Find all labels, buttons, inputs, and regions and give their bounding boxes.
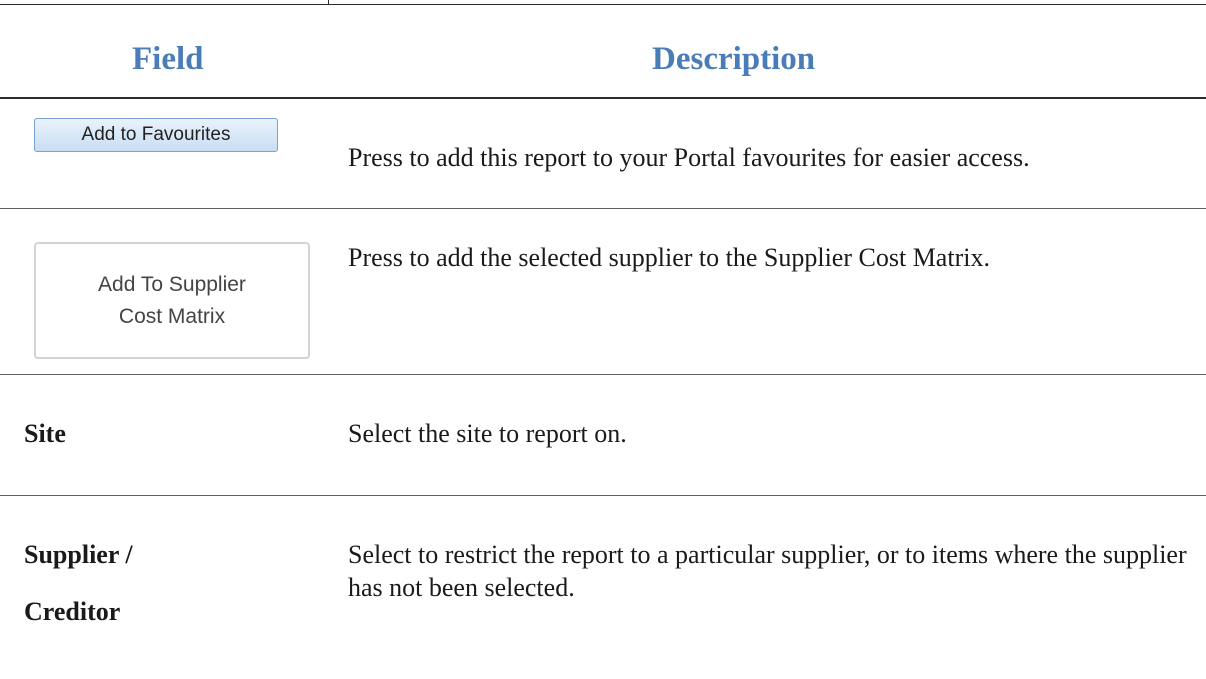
- row-description: Press to add the selected supplier to th…: [348, 243, 990, 272]
- field-column-header: Field: [132, 41, 204, 77]
- add-to-supplier-cost-matrix-button[interactable]: Add To Supplier Cost Matrix: [34, 242, 310, 359]
- table-row: Site Select the site to report on.: [0, 375, 1206, 496]
- add-to-favourites-button[interactable]: Add to Favourites: [34, 118, 278, 152]
- field-label-supplier: Supplier /: [24, 540, 133, 569]
- button-label-line: Cost Matrix: [118, 304, 226, 328]
- description-column-header: Description: [652, 41, 816, 77]
- row-description: Select to restrict the report to a parti…: [348, 540, 1187, 602]
- field-label-creditor: Creditor: [24, 597, 121, 626]
- table-row: Add to Favourites Press to add this repo…: [0, 97, 1206, 209]
- table-row: Supplier / Creditor Select to restrict t…: [0, 496, 1206, 679]
- row-description: Press to add this report to your Portal …: [348, 143, 1030, 172]
- button-label-line: Add To Supplier: [98, 272, 246, 296]
- row-description: Select the site to report on.: [348, 419, 627, 448]
- field-label-site: Site: [24, 419, 66, 448]
- table-header: Field Description: [0, 5, 1206, 99]
- table-row: Add To Supplier Cost Matrix Press to add…: [0, 209, 1206, 375]
